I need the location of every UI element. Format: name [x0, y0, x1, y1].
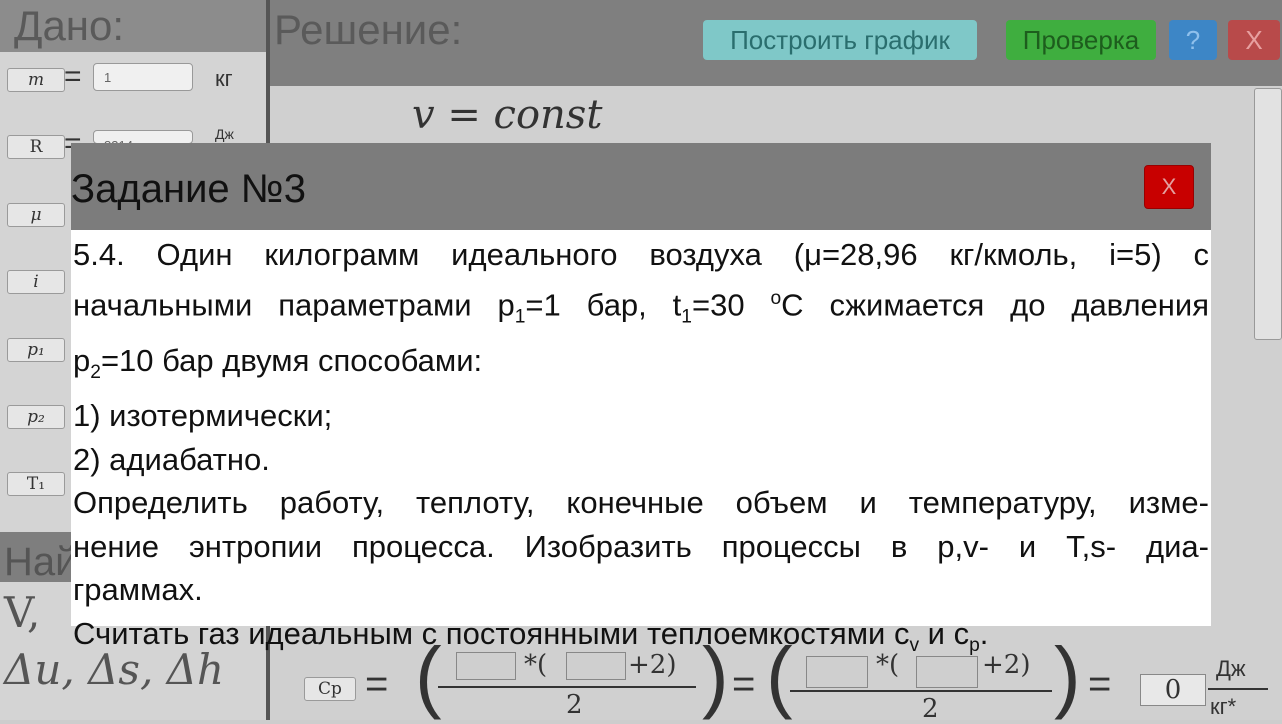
fraction-bar — [790, 690, 1052, 692]
task-line: 5.4. Один килограмм идеального воздуха (… — [73, 237, 1209, 272]
equals-sign: = — [365, 662, 389, 706]
modal-title: Задание №3 — [71, 167, 306, 211]
equals-sign: = — [64, 60, 82, 93]
var-m-button[interactable]: m — [7, 68, 65, 92]
denominator-2: 2 — [566, 690, 583, 720]
var-i-button[interactable]: i — [7, 270, 65, 294]
task-text: 5.4. Один килограмм идеального воздуха (… — [73, 233, 1209, 667]
help-button[interactable]: ? — [1169, 20, 1217, 60]
var-r-button[interactable]: R — [7, 135, 65, 159]
modal-header: Задание №3 X — [71, 143, 1211, 230]
fraction-bar — [438, 686, 696, 688]
cp-result: 0 — [1140, 674, 1206, 706]
plot-graph-button[interactable]: Построить график — [703, 20, 977, 60]
var-p1-button[interactable]: p₁ — [7, 338, 65, 362]
cp-button[interactable]: Cp — [304, 677, 356, 701]
unit-numerator: Дж — [1216, 656, 1246, 681]
task-line: граммах. — [73, 572, 203, 608]
task-line: 2) адиабатно. — [73, 441, 270, 477]
find-v-label: V, — [4, 588, 41, 637]
check-button[interactable]: Проверка — [1006, 20, 1156, 60]
unit-bar — [1208, 688, 1268, 690]
m-input[interactable]: 1 — [93, 63, 193, 91]
r-unit: Дж — [215, 126, 234, 142]
task-line: 1) изотермически; — [73, 398, 333, 434]
var-p2-button[interactable]: p₂ — [7, 405, 65, 429]
close-solution-button[interactable]: X — [1228, 20, 1280, 60]
m-unit: кг — [215, 66, 233, 91]
task-line: Определить работу, теплоту, конечные объ… — [73, 485, 1209, 521]
task-line: начальными параметрами p1=1 бар, t1=30 o… — [73, 286, 1209, 328]
solution-header: Решение: Построить график Проверка ? X — [270, 0, 1282, 86]
task-line: p2=10 бар двумя способами: — [73, 342, 483, 383]
equals-sign: = — [732, 662, 756, 706]
solution-scrollbar[interactable] — [1254, 88, 1282, 340]
formula-v-const: v = const — [412, 92, 603, 138]
unit-denominator: кг* — [1210, 694, 1237, 719]
given-header: Дано: — [0, 0, 268, 52]
task-line: Считать газ идеальным с постоянными тепл… — [73, 615, 989, 656]
modal-close-button[interactable]: X — [1144, 165, 1194, 209]
task-modal: Задание №3 X 5.4. Один килограмм идеальн… — [71, 143, 1211, 656]
task-line: нение энтропии процесса. Изобразить проц… — [73, 528, 1209, 564]
var-t1-button[interactable]: T₁ — [7, 472, 65, 496]
var-mu-button[interactable]: μ — [7, 203, 65, 227]
r-input[interactable]: 8314 — [93, 130, 193, 144]
equals-sign: = — [1088, 662, 1112, 706]
given-title: Дано: — [14, 2, 125, 49]
solution-title: Решение: — [274, 6, 463, 53]
